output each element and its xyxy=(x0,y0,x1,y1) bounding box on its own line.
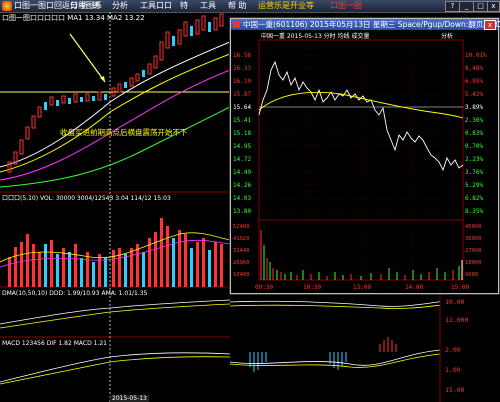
svg-text:14.95: 14.95 xyxy=(233,143,251,150)
volume-bars xyxy=(8,218,223,287)
close-button[interactable]: x xyxy=(487,1,500,12)
svg-text:14.03: 14.03 xyxy=(233,195,251,202)
svg-text:6.95%: 6.95% xyxy=(465,78,483,85)
svg-text:5.42%: 5.42% xyxy=(465,91,483,98)
macd-header: MACD 123456 DIF 1.82 MACD 1.21 xyxy=(2,340,107,347)
svg-text:16.10: 16.10 xyxy=(233,78,251,85)
popup-title: 中国一重(601106) 2015年05月13日 星期三 Space/Pgup/… xyxy=(243,20,500,29)
menubar-center-text2: 口图一图 xyxy=(330,1,362,10)
svg-text:14.26: 14.26 xyxy=(233,182,251,189)
svg-text:31440: 31440 xyxy=(233,248,250,254)
menu-item-stats[interactable]: 统 xyxy=(92,1,100,11)
svg-text:12.000: 12.000 xyxy=(445,316,469,324)
svg-text:10:30: 10:30 xyxy=(303,284,321,291)
svg-text:09:30: 09:30 xyxy=(255,284,273,291)
svg-text:1.00: 1.00 xyxy=(445,366,461,374)
svg-text:15.18: 15.18 xyxy=(233,130,251,137)
svg-text:14.72: 14.72 xyxy=(233,156,251,163)
svg-text:13:00: 13:00 xyxy=(353,284,371,291)
svg-text:10.00: 10.00 xyxy=(445,298,465,306)
svg-text:15.00: 15.00 xyxy=(445,386,465,394)
menu-item-help[interactable]: 帮 助 xyxy=(228,1,247,11)
svg-text:2.36%: 2.36% xyxy=(465,117,483,124)
popup-app-icon xyxy=(233,21,240,28)
volume-header: 口口口(5,10) VOL: 30000 3004/12543 3.04 114… xyxy=(2,195,171,202)
svg-text:27000: 27000 xyxy=(465,248,482,254)
menu-item-special[interactable]: 特 xyxy=(180,1,188,11)
bottom-indicator-panes[interactable]: 10.00 12.000 2.00 1.00 15.00 xyxy=(230,292,500,402)
svg-text:3.76%: 3.76% xyxy=(465,169,483,176)
menu-item-analysis[interactable]: 分 析 xyxy=(70,1,89,11)
date-label: 2015-05-13 xyxy=(110,395,149,402)
help-button[interactable]: ? xyxy=(445,1,460,12)
svg-text:18000: 18000 xyxy=(465,260,482,266)
svg-text:14.49: 14.49 xyxy=(233,169,251,176)
svg-text:0.70%: 0.70% xyxy=(465,143,483,150)
menu-item-analysis2[interactable]: 分析 xyxy=(112,1,128,11)
svg-text:15.64: 15.64 xyxy=(233,104,251,111)
svg-text:5.29%: 5.29% xyxy=(465,182,483,189)
minimize-button[interactable]: _ xyxy=(459,1,474,12)
svg-text:8.35%: 8.35% xyxy=(465,208,483,215)
dma-header: DMA(10,50,10) DDD: 1.99/10.93 AMA: 1.01/… xyxy=(2,290,148,297)
intraday-popup[interactable]: 中国一重(601106) 2015年05月13日 星期三 Space/Pgup/… xyxy=(230,18,500,294)
menu-item-tools2[interactable]: 工具 xyxy=(200,1,216,11)
menu-item-tools[interactable]: 工具口口 xyxy=(140,1,172,11)
svg-text:20960: 20960 xyxy=(233,260,250,266)
ma2-line xyxy=(0,53,230,173)
svg-text:36000: 36000 xyxy=(465,236,482,242)
svg-text:41920: 41920 xyxy=(233,236,250,242)
ma1-line xyxy=(0,41,230,168)
main-kline-chart[interactable]: 口图一图口口口口口 MA1 13.34 MA2 13.22 收盘买进前期高点后横… xyxy=(0,12,230,402)
app-logo-icon xyxy=(2,1,12,11)
menubar-center-text: 运营乐是开业等 xyxy=(258,1,314,10)
intraday-subheader-right: 分析 xyxy=(441,32,453,40)
maximize-button[interactable]: □ xyxy=(473,1,488,12)
svg-text:0.83%: 0.83% xyxy=(465,130,483,137)
svg-text:52400: 52400 xyxy=(233,224,250,230)
svg-text:14:00: 14:00 xyxy=(405,284,423,291)
popup-close-button[interactable]: x xyxy=(484,20,496,30)
intraday-subheader: 中国一重 2015-05-13 分时 均线 成交量 xyxy=(261,32,370,40)
annotation-arrow xyxy=(69,33,106,83)
svg-text:3.89%: 3.89% xyxy=(465,104,483,111)
svg-text:10.01%: 10.01% xyxy=(465,52,487,59)
svg-text:45000: 45000 xyxy=(465,224,482,230)
svg-text:15.87: 15.87 xyxy=(233,91,251,98)
svg-text:8.48%: 8.48% xyxy=(465,65,483,72)
svg-text:13.80: 13.80 xyxy=(233,208,251,215)
svg-text:10480: 10480 xyxy=(233,272,250,278)
indicator-header: 口图一图口口口口口 MA1 13.34 MA2 13.22 xyxy=(2,14,145,22)
svg-text:6.82%: 6.82% xyxy=(465,195,483,202)
svg-text:2.00: 2.00 xyxy=(445,346,461,354)
svg-text:15:00: 15:00 xyxy=(451,284,469,291)
svg-text:16.56: 16.56 xyxy=(233,52,251,59)
svg-text:2.23%: 2.23% xyxy=(465,156,483,163)
annotation-text: 收盘买进前期高点后横盘震荡开始不下 xyxy=(60,127,188,137)
svg-text:9000: 9000 xyxy=(465,272,478,278)
svg-text:16.33: 16.33 xyxy=(233,65,251,72)
svg-text:15.41: 15.41 xyxy=(233,117,251,124)
intraday-chart[interactable]: 中国一重 2015-05-13 分时 均线 成交量 分析 16.56 16.33… xyxy=(231,30,498,293)
candles xyxy=(7,13,224,173)
popup-title-bar[interactable]: 中国一重(601106) 2015年05月13日 星期三 Space/Pgup/… xyxy=(231,19,500,30)
